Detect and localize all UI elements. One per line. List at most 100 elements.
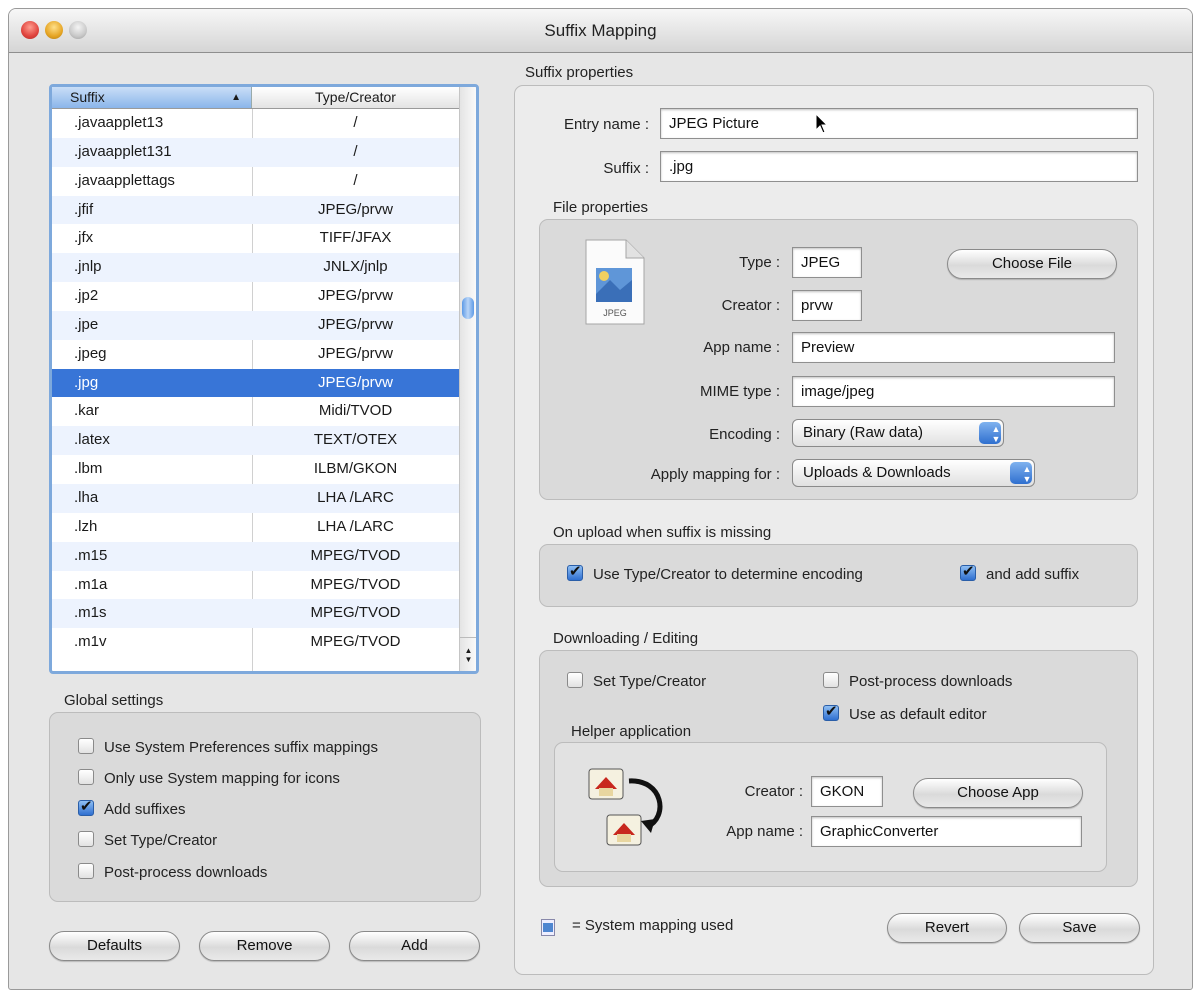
global-checkbox-system-icons[interactable]: Only use System mapping for icons — [78, 769, 340, 787]
defaults-button[interactable]: Defaults — [49, 931, 180, 961]
helper-application-title: Helper application — [571, 723, 692, 740]
checkbox-icon[interactable] — [78, 738, 94, 754]
checkbox-icon[interactable] — [78, 863, 94, 879]
table-row[interactable]: .jnlp JNLX/jnlp — [52, 253, 459, 283]
add-button[interactable]: Add — [349, 931, 480, 961]
suffix-cell: .javaapplettags — [74, 171, 175, 189]
choose-app-button[interactable]: Choose App — [913, 778, 1083, 808]
suffix-field[interactable]: .jpg — [660, 151, 1138, 182]
add-suffix-checkbox[interactable]: and add suffix — [960, 562, 1080, 583]
remove-button[interactable]: Remove — [199, 931, 330, 961]
suffix-cell: .latex — [74, 431, 110, 449]
checkbox-checked-icon[interactable] — [78, 797, 94, 816]
scrollbar-thumb[interactable] — [462, 297, 474, 319]
table-row[interactable]: .javaapplettags / — [52, 167, 459, 196]
checkbox-icon[interactable] — [78, 769, 94, 785]
app-name-field[interactable]: Preview — [792, 332, 1115, 363]
encoding-label: Encoding : — [709, 426, 780, 443]
type-creator-cell: JPEG/prvw — [317, 315, 393, 333]
choose-file-button[interactable]: Choose File — [947, 249, 1117, 279]
save-button[interactable]: Save — [1019, 913, 1140, 943]
suffix-cell: .jnlp — [74, 258, 102, 276]
download-set-type-checkbox[interactable]: Set Type/Creator — [567, 672, 706, 690]
table-row[interactable]: .lbm ILBM/GKON — [52, 455, 459, 484]
download-post-process-checkbox[interactable]: Post-process downloads — [823, 672, 1012, 690]
type-creator-cell: / — [353, 142, 358, 160]
global-checkbox-system-prefs[interactable]: Use System Preferences suffix mappings — [78, 738, 378, 756]
use-type-creator-checkbox[interactable]: Use Type/Creator to determine encoding — [567, 562, 863, 583]
type-creator-cell: ILBM/GKON — [313, 460, 398, 478]
helper-app-name-field[interactable]: GraphicConverter — [811, 816, 1082, 847]
column-header-suffix-label: Suffix — [70, 89, 105, 105]
checkbox-icon[interactable] — [567, 672, 583, 688]
popup-arrows-icon: ▲▼ — [979, 422, 1001, 444]
checkbox-label: and add suffix — [986, 566, 1080, 583]
type-creator-cell: / — [353, 114, 358, 131]
suffix-cell: .jpe — [74, 315, 99, 333]
apply-mapping-label: Apply mapping for : — [650, 466, 780, 483]
table-row[interactable]: .latex TEXT/OTEX — [52, 426, 459, 456]
table-row[interactable]: .m1s MPEG/TVOD — [52, 599, 459, 629]
table-row[interactable]: .jpe JPEG/prvw — [52, 310, 459, 340]
type-creator-cell: Midi/TVOD — [318, 402, 393, 420]
jpeg-file-icon: JPEG — [578, 236, 650, 328]
creator-field[interactable]: prvw — [792, 290, 862, 321]
apply-mapping-value: Uploads & Downloads — [803, 464, 951, 481]
default-editor-checkbox[interactable]: Use as default editor — [823, 702, 987, 723]
table-row[interactable]: .m1v MPEG/TVOD — [52, 628, 459, 657]
file-icon-label: JPEG — [603, 308, 627, 318]
suffix-cell: .jp2 — [74, 287, 99, 305]
checkbox-label: Set Type/Creator — [593, 673, 707, 690]
mime-type-field[interactable]: image/jpeg — [792, 376, 1115, 407]
table-row[interactable]: .jfif JPEG/prvw — [52, 195, 459, 225]
global-checkbox-add-suffixes[interactable]: Add suffixes — [78, 797, 185, 818]
checkbox-checked-icon[interactable] — [960, 562, 976, 581]
table-row[interactable]: .m1a MPEG/TVOD — [52, 571, 459, 600]
system-mapping-icon — [541, 919, 555, 936]
window-title: Suffix Mapping — [544, 21, 657, 40]
global-checkbox-set-type[interactable]: Set Type/Creator — [78, 831, 217, 849]
suffix-cell: .javaapplet131 — [74, 142, 172, 160]
table-row[interactable]: .lzh LHA /LARC — [52, 513, 459, 542]
table-row[interactable]: .javaapplet131 / — [52, 137, 459, 167]
scroll-arrows-icon[interactable]: ▲▼ — [460, 637, 476, 671]
table-row[interactable]: .jpg JPEG/prvw — [52, 368, 459, 398]
table-row[interactable]: .jp2 JPEG/prvw — [52, 282, 459, 311]
table-row[interactable]: .kar Midi/TVOD — [52, 397, 459, 426]
type-creator-cell: JPEG/prvw — [317, 373, 393, 391]
checkbox-icon[interactable] — [823, 672, 839, 688]
table-row[interactable]: .javaapplet13 / — [52, 109, 459, 138]
suffix-label: Suffix : — [603, 160, 649, 177]
column-header-type-creator[interactable]: Type/Creator — [252, 87, 459, 108]
suffix-cell: .javaapplet13 — [74, 114, 164, 131]
type-label: Type : — [739, 254, 780, 271]
apply-mapping-popup[interactable]: Uploads & Downloads ▲▼ — [792, 459, 1035, 487]
creator-label: Creator : — [721, 297, 780, 314]
revert-button[interactable]: Revert — [887, 913, 1007, 943]
table-scrollbar[interactable]: ▲▼ — [459, 87, 476, 671]
file-properties-title: File properties — [553, 199, 649, 216]
encoding-popup[interactable]: Binary (Raw data) ▲▼ — [792, 419, 1004, 447]
suffix-cell: .m15 — [74, 546, 108, 564]
suffix-table[interactable]: Suffix ▲ Type/Creator .javaapplet13/.java… — [49, 84, 479, 674]
type-creator-cell: JPEG/prvw — [317, 200, 393, 218]
type-creator-cell: LHA /LARC — [317, 488, 394, 506]
table-row[interactable]: .lha LHA /LARC — [52, 483, 459, 513]
type-field[interactable]: JPEG — [792, 247, 862, 278]
suffix-cell: .lzh — [74, 517, 98, 535]
table-rows: .javaapplet13/.javaapplet131/.javaapplet… — [52, 109, 459, 657]
checkbox-checked-icon[interactable] — [823, 702, 839, 721]
helper-creator-field[interactable]: GKON — [811, 776, 883, 807]
table-row[interactable]: .m15 MPEG/TVOD — [52, 541, 459, 571]
checkbox-checked-icon[interactable] — [567, 562, 583, 581]
suffix-cell: .jfif — [74, 200, 94, 218]
table-row[interactable]: .jfx TIFF/JFAX — [52, 224, 459, 253]
column-header-suffix[interactable]: Suffix ▲ — [52, 87, 252, 108]
table-row[interactable]: .jpeg JPEG/prvw — [52, 340, 459, 369]
type-creator-cell: JNLX/jnlp — [323, 258, 388, 276]
type-creator-cell: MPEG/TVOD — [310, 604, 401, 622]
checkbox-icon[interactable] — [78, 831, 94, 847]
checkbox-label: Only use System mapping for icons — [104, 770, 340, 787]
global-checkbox-post-process[interactable]: Post-process downloads — [78, 863, 267, 881]
entry-name-field[interactable]: JPEG Picture — [660, 108, 1138, 139]
